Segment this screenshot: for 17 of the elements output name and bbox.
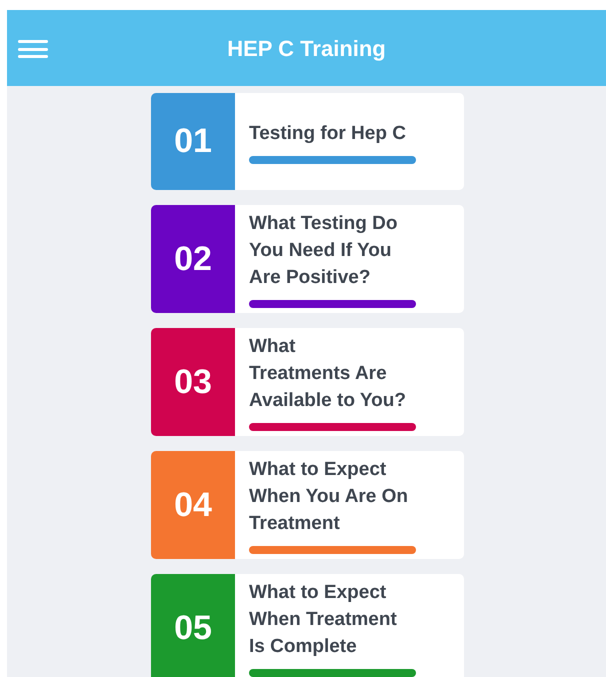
module-title: What to Expect When Treatment Is Complete (249, 581, 398, 659)
module-number: 02 (174, 238, 212, 280)
module-title: What Treatments Are Available to You? (249, 335, 407, 413)
module-card[interactable]: 04 What to Expect When You Are On Treatment (151, 451, 464, 559)
module-title: What to Expect When You Are On Treatment (249, 458, 410, 536)
module-title: What Testing Do You Need If You Are Positive? (249, 212, 398, 290)
module-number: 01 (174, 121, 212, 162)
app-title: HEP C Training (227, 34, 386, 63)
module-card[interactable]: 02 What Testing Do You Need If You Are Positive? (151, 205, 464, 313)
module-title: Testing for Hep C (249, 122, 407, 146)
module-number: 04 (174, 484, 212, 526)
module-card[interactable]: 05 What to Expect When Treatment Is Complete (151, 574, 464, 677)
module-number: 03 (174, 362, 212, 402)
module-card[interactable]: 03 What Treatments Are Available to You? (151, 328, 464, 436)
module-number: 05 (174, 608, 212, 648)
menu-icon[interactable] (18, 40, 48, 58)
module-card[interactable]: 01 Testing for Hep C (151, 93, 464, 190)
